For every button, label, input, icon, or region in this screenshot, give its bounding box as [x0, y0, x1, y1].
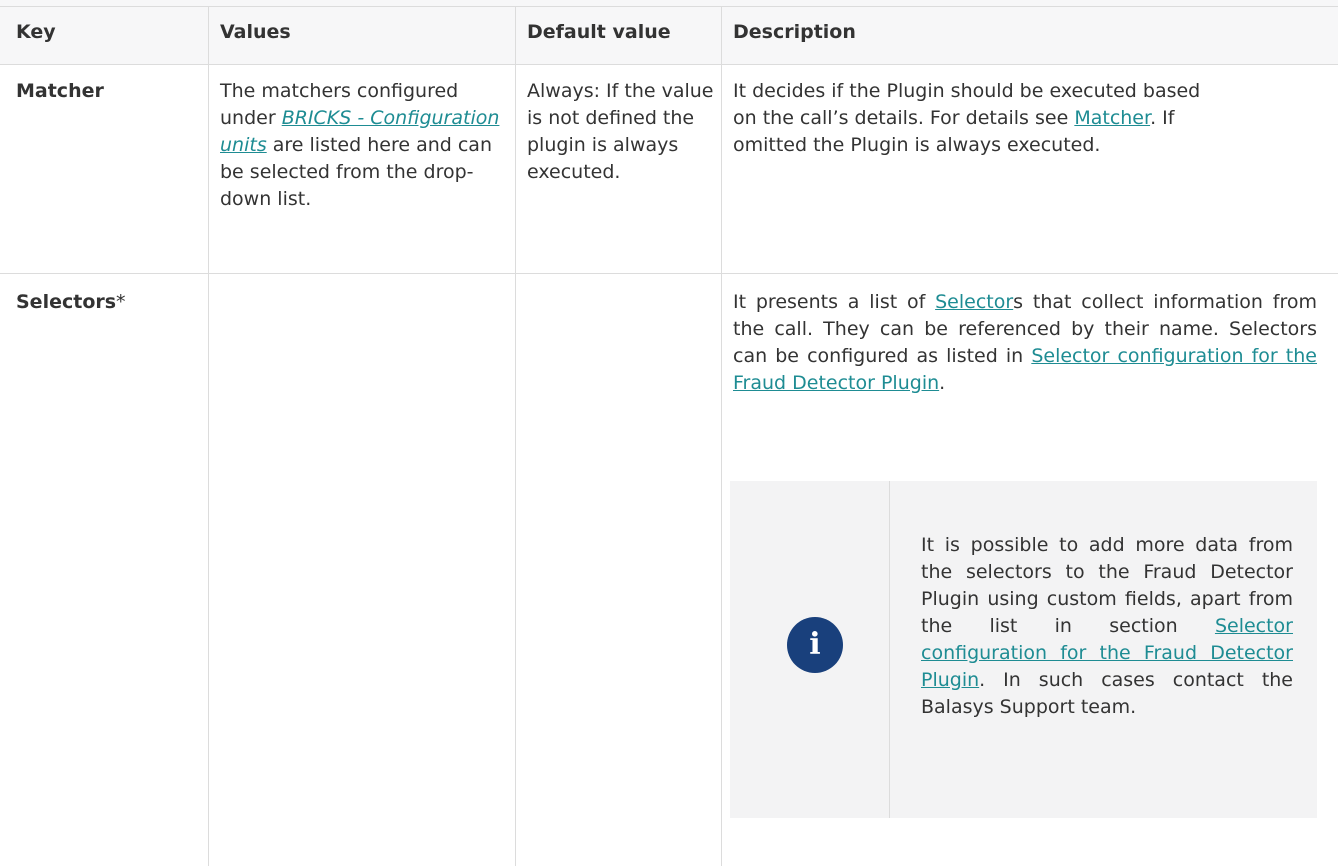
- header-key: Key: [16, 21, 56, 43]
- note-text: It is possible to add more data from the…: [921, 532, 1293, 721]
- header-bottom-border: [0, 64, 1338, 65]
- selectors-key-label: Selectors: [16, 291, 117, 313]
- matcher-description-cell: It decides if the Plugin should be execu…: [733, 78, 1213, 159]
- selectors-description-text: It presents a list of: [733, 291, 936, 313]
- header-description: Description: [733, 21, 856, 43]
- selectors-description-text-end: .: [939, 372, 946, 394]
- column-divider: [721, 6, 722, 866]
- info-icon: i: [787, 617, 843, 673]
- header-values: Values: [220, 21, 291, 43]
- row-key-matcher: Matcher: [16, 80, 104, 102]
- selector-link[interactable]: Selector: [935, 291, 1013, 313]
- matcher-link[interactable]: Matcher: [1074, 107, 1150, 129]
- table-top-border: [0, 6, 1338, 7]
- note-divider: [889, 481, 890, 818]
- matcher-values-cell: The matchers configured under BRICKS - C…: [220, 78, 512, 213]
- info-note: i It is possible to add more data from t…: [730, 481, 1317, 818]
- row-key-selectors: Selectors*: [16, 289, 196, 316]
- row-divider: [0, 273, 1338, 274]
- matcher-default-value: Always: If the value is not defined the …: [527, 80, 714, 183]
- required-marker: *: [116, 291, 126, 313]
- selectors-description-cell: It presents a list of Selectors that col…: [733, 289, 1317, 397]
- parameters-table: Key Values Default value Description Mat…: [0, 0, 1338, 866]
- column-divider: [208, 6, 209, 866]
- column-divider: [515, 6, 516, 866]
- header-default-value: Default value: [527, 21, 671, 43]
